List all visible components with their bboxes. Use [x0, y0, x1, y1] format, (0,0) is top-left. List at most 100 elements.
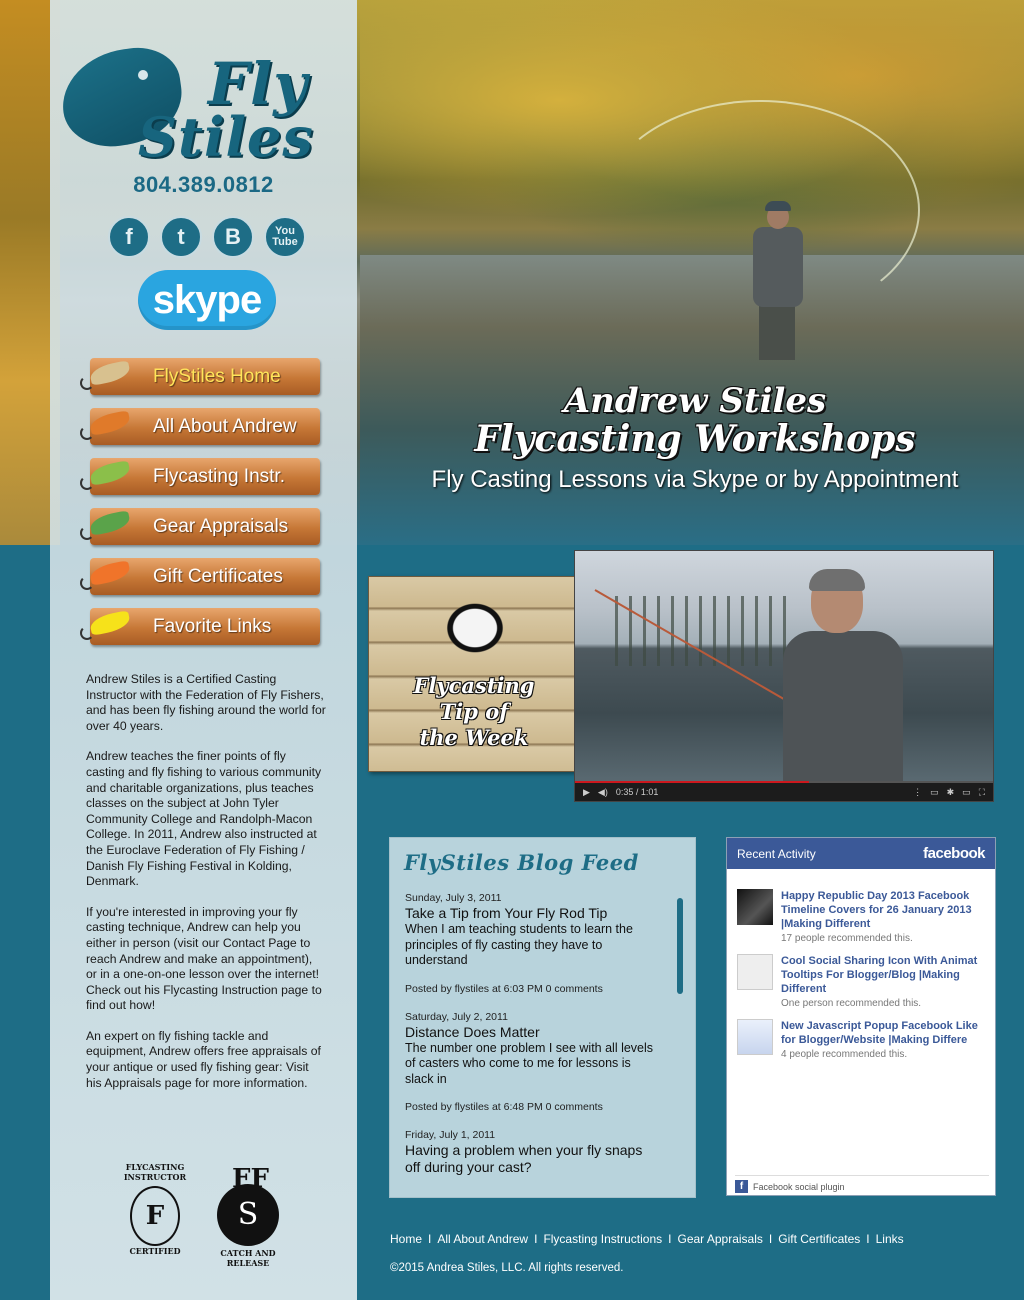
footer-link-flycasting[interactable]: Flycasting Instructions — [543, 1232, 662, 1246]
copyright: ©2015 Andrea Stiles, LLC. All rights res… — [390, 1262, 624, 1274]
video-frame[interactable] — [575, 551, 993, 783]
captions-icon[interactable]: ▭ — [930, 787, 939, 798]
youtube-icon[interactable]: You Tube — [264, 216, 306, 258]
blog-feed: FlyStiles Blog Feed Sunday, July 3, 2011… — [389, 837, 696, 1198]
activity-title[interactable]: |Making Different — [781, 917, 989, 931]
activity-thumbnail[interactable] — [737, 889, 773, 925]
footer-separator: I — [668, 1232, 672, 1246]
social-links: f t B You Tube — [108, 216, 308, 258]
fullscreen-icon[interactable]: ⛶ — [979, 787, 985, 798]
nav-item-5[interactable]: Favorite Links — [78, 608, 328, 648]
about-paragraph: An expert on fly fishing tackle and equi… — [86, 1028, 321, 1090]
facebook-small-icon: f — [735, 1180, 748, 1193]
flystiles-logo[interactable]: Fly Stiles — [55, 20, 348, 169]
twitter-icon[interactable]: t — [160, 216, 202, 258]
recent-activity-label: Recent Activity — [737, 846, 816, 861]
fish-icon — [435, 593, 515, 663]
footer-separator: I — [866, 1232, 870, 1246]
footer-link-home[interactable]: Home — [390, 1232, 422, 1246]
nav-item-0[interactable]: FlyStiles Home — [78, 358, 328, 398]
nav-item-2[interactable]: Flycasting Instr. — [78, 458, 328, 498]
blog-scrollbar[interactable] — [677, 898, 683, 994]
activity-thumbnail[interactable] — [737, 954, 773, 990]
blogger-icon[interactable]: B — [212, 216, 254, 258]
activity-title[interactable]: Timeline Covers for 26 January 2013 — [781, 903, 989, 917]
fly-lure-icon — [78, 560, 138, 590]
instructor-figure — [783, 569, 903, 783]
fly-lure-icon — [78, 460, 138, 490]
hero-title-line1: Andrew Stiles — [563, 381, 827, 421]
badge1-bottom-text: CERTIFIED — [129, 1246, 181, 1256]
about-paragraph: Andrew teaches the finer points of fly c… — [86, 749, 322, 889]
fish-eye — [138, 70, 148, 80]
activity-recommend-count: 17 people recommended this. — [781, 933, 913, 944]
activity-title[interactable]: Tooltips For Blogger/Blog |Making — [781, 968, 989, 982]
post-excerpt: The number one problem I see with all le… — [405, 1040, 654, 1086]
activity-item[interactable]: Cool Social Sharing Icon With Animat Too… — [737, 954, 987, 1009]
facebook-activity-widget: Recent Activity facebook Happy Republic … — [726, 837, 996, 1196]
activity-title[interactable]: for Blogger/Website |Making Differe — [781, 1033, 989, 1047]
facebook-widget-header: Recent Activity facebook — [727, 838, 995, 869]
facebook-logo[interactable]: facebook — [923, 845, 985, 862]
activity-item[interactable]: Happy Republic Day 2013 Facebook Timelin… — [737, 889, 987, 944]
tip-of-the-week-sign: Flycasting Tip of the Week — [368, 576, 578, 772]
more-icon[interactable]: ⋮ — [913, 787, 922, 798]
post-meta: Posted by flystiles at 6:48 PM 0 comment… — [405, 1101, 603, 1113]
blog-post: Saturday, July 2, 2011 Distance Does Mat… — [405, 1011, 655, 1114]
nav-item-4[interactable]: Gift Certificates — [78, 558, 328, 598]
activity-title[interactable]: Cool Social Sharing Icon With Animat — [781, 954, 989, 968]
video-controls: ▶ ◀) 0:35 / 1:01 ⋮ ▭ ✱ ▭ ⛶ — [575, 783, 993, 801]
activity-title[interactable]: New Javascript Popup Facebook Like — [781, 1019, 989, 1033]
play-icon[interactable]: ▶ — [583, 787, 590, 798]
casting-instructor-badge: FLYCASTING INSTRUCTOR F CERTIFIED — [120, 1162, 190, 1267]
footer-nav: Home I All About Andrew I Flycasting Ins… — [390, 1232, 990, 1246]
badge2-top-text: FF — [232, 1164, 269, 1194]
certification-badges: FLYCASTING INSTRUCTOR F CERTIFIED FF S C… — [120, 1162, 300, 1272]
footer-link-appraisals[interactable]: Gear Appraisals — [678, 1232, 763, 1246]
badge1-seal: F — [130, 1186, 180, 1246]
fly-lure-icon — [78, 510, 138, 540]
tip-line1: Flycasting — [413, 673, 535, 698]
activity-title[interactable]: Different — [781, 982, 989, 996]
blog-posts: Sunday, July 3, 2011 Take a Tip from You… — [405, 892, 655, 1192]
activity-thumbnail[interactable] — [737, 1019, 773, 1055]
activity-item[interactable]: New Javascript Popup Facebook Like for B… — [737, 1019, 987, 1060]
nav-item-1[interactable]: All About Andrew — [78, 408, 328, 448]
theater-icon[interactable]: ▭ — [962, 787, 971, 798]
tip-line2: Tip of — [439, 699, 509, 724]
plugin-label: Facebook social plugin — [753, 1181, 845, 1192]
main-nav: FlyStiles Home All About Andrew Flycasting… — [78, 358, 328, 658]
about-paragraph: Andrew Stiles is a Certified Casting Ins… — [86, 672, 326, 733]
activity-title[interactable]: Happy Republic Day 2013 Facebook — [781, 889, 989, 903]
about-text: Andrew Stiles is a Certified Casting Ins… — [86, 672, 326, 1106]
post-date: Sunday, July 3, 2011 — [405, 892, 502, 904]
activity-recommend-count: One person recommended this. — [781, 998, 922, 1009]
nav-item-3[interactable]: Gear Appraisals — [78, 508, 328, 548]
footer-link-gift[interactable]: Gift Certificates — [778, 1232, 860, 1246]
badge1-top-text: FLYCASTING INSTRUCTOR — [123, 1162, 187, 1182]
logo-word-stiles: Stiles — [138, 105, 314, 169]
post-meta: Posted by flystiles at 6:03 PM 0 comment… — [405, 982, 603, 995]
youtube-icon-text2: Tube — [272, 236, 298, 248]
footer-link-links[interactable]: Links — [876, 1232, 904, 1246]
hero-title-line2: Flycasting Workshops — [474, 418, 916, 460]
hero-subtitle: Fly Casting Lessons via Skype or by Appo… — [431, 466, 959, 493]
post-title[interactable]: Distance Does Matter — [405, 1024, 655, 1040]
facebook-social-plugin[interactable]: f Facebook social plugin — [735, 1175, 989, 1193]
skype-logo[interactable]: skype — [138, 270, 276, 330]
post-title[interactable]: Having a problem when your fly snaps off… — [405, 1142, 655, 1176]
settings-icon[interactable]: ✱ — [947, 787, 955, 798]
fly-lure-icon — [78, 360, 138, 390]
post-title[interactable]: Take a Tip from Your Fly Rod Tip — [405, 905, 655, 921]
post-date: Friday, July 1, 2011 — [405, 1129, 496, 1141]
post-excerpt: When I am teaching students to learn the… — [405, 922, 633, 967]
video-controls-right: ⋮ ▭ ✱ ▭ ⛶ — [913, 787, 993, 798]
volume-icon[interactable]: ◀) — [598, 787, 608, 798]
facebook-icon[interactable]: f — [108, 216, 150, 258]
blog-post: Friday, July 1, 2011 Having a problem wh… — [405, 1129, 655, 1176]
video-player[interactable]: ▶ ◀) 0:35 / 1:01 ⋮ ▭ ✱ ▭ ⛶ — [574, 550, 994, 802]
activity-text: New Javascript Popup Facebook Like for B… — [781, 1019, 989, 1060]
footer-link-about[interactable]: All About Andrew — [437, 1232, 528, 1246]
video-trees — [615, 596, 795, 666]
catch-release-badge: FF S CATCH AND RELEASE — [208, 1164, 288, 1268]
